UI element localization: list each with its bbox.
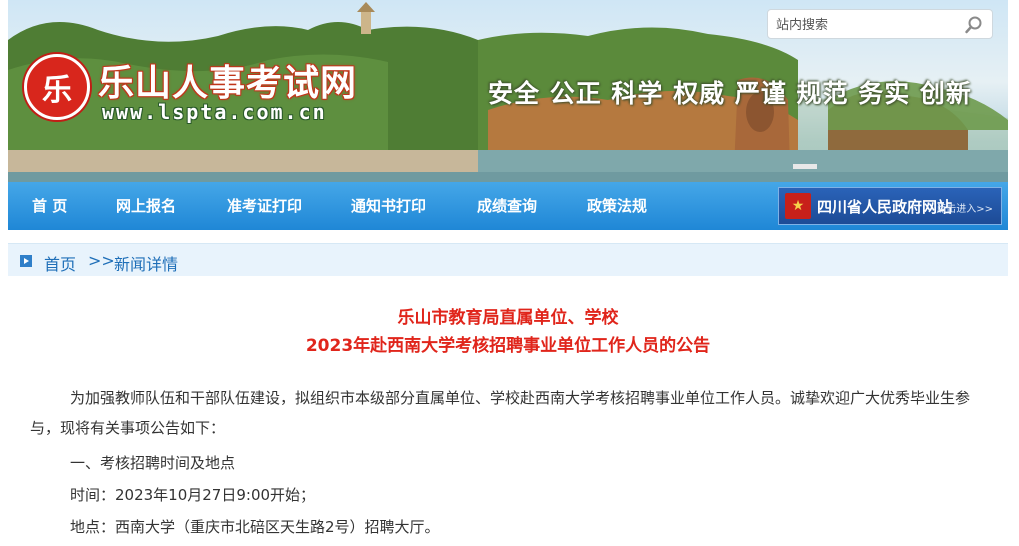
search-box [767, 9, 993, 39]
breadcrumb-separator: >> [88, 251, 115, 270]
article-title-line2: 2023年赴西南大学考核招聘事业单位工作人员的公告 [305, 336, 711, 356]
article-title-line1: 乐山市教育局直属单位、学校 [397, 308, 619, 328]
breadcrumb: 首页 >> 新闻详情 [8, 243, 1008, 276]
breadcrumb-arrow-icon [20, 255, 32, 267]
header-banner: 乐 乐山人事考试网 www.lspta.com.cn 安全 公正 科学 权威 严… [8, 0, 1008, 182]
article-paragraph: 为加强教师队伍和干部队伍建设，拟组织市本级部分直属单位、学校赴西南大学考核招聘事… [30, 383, 990, 443]
site-name: 乐山人事考试网 [98, 62, 358, 104]
article-paragraph-text: 时间：2023年10月27日9:00开始； [70, 486, 316, 504]
nav-item-score-query[interactable]: 成绩查询 [477, 182, 537, 230]
site-logo-char: 乐 [42, 73, 72, 108]
nav-item-home[interactable]: 首 页 [32, 182, 67, 230]
article-paragraph-text: 地点：西南大学（重庆市北碚区天生路2号）招聘大厅。 [70, 518, 440, 536]
site-slogan: 安全 公正 科学 权威 严谨 规范 务实 创新 [488, 79, 972, 108]
gov-link-label: 四川省人民政府网站 [817, 198, 953, 216]
nav-item-online-registration[interactable]: 网上报名 [116, 182, 176, 230]
nav-item-notice-print[interactable]: 通知书打印 [351, 182, 426, 230]
nav-item-admission-ticket[interactable]: 准考证打印 [227, 182, 302, 230]
breadcrumb-home[interactable]: 首页 [44, 251, 76, 275]
gov-emblem-icon: ★ [785, 193, 811, 219]
article-paragraph-text: 为加强教师队伍和干部队伍建设，拟组织市本级部分直属单位、学校赴西南大学考核招聘事… [30, 389, 971, 437]
site-logo[interactable]: 乐 [24, 54, 90, 120]
breadcrumb-current: 新闻详情 [114, 255, 179, 274]
main-nav: 首 页 网上报名 准考证打印 通知书打印 成绩查询 政策法规 ★ 四川省人民政府… [8, 182, 1008, 230]
article-paragraph: 时间：2023年10月27日9:00开始； [30, 480, 990, 510]
gov-link-enter: 点击进入>> [936, 204, 993, 215]
article-paragraph-text: 一、考核招聘时间及地点 [70, 454, 236, 472]
site-url: www.lspta.com.cn [102, 100, 327, 124]
sichuan-gov-link[interactable]: ★ 四川省人民政府网站 点击进入>> [778, 187, 1002, 225]
nav-item-policies[interactable]: 政策法规 [587, 182, 647, 230]
search-icon[interactable] [964, 15, 984, 35]
search-input[interactable] [776, 15, 956, 35]
article-paragraph: 地点：西南大学（重庆市北碚区天生路2号）招聘大厅。 [30, 512, 990, 542]
article-paragraph: 一、考核招聘时间及地点 [30, 448, 990, 478]
